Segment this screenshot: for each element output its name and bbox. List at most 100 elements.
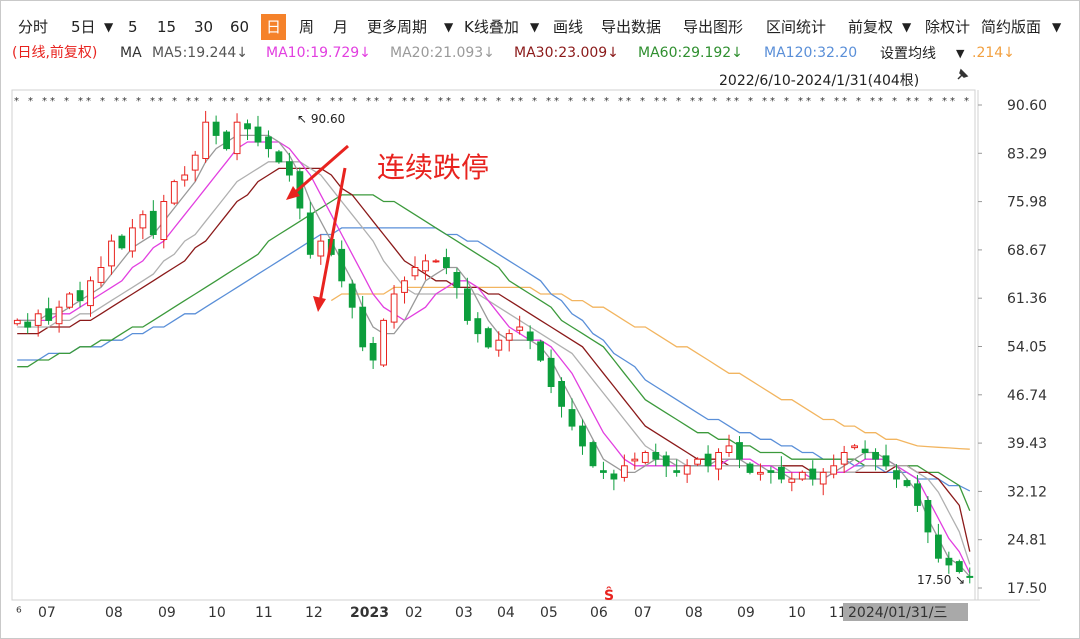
x-tick-label: 2023	[350, 605, 389, 621]
candle-body	[76, 290, 84, 302]
candle-body	[401, 280, 408, 293]
event-marker: *	[42, 96, 47, 107]
ma-line-ma10	[17, 141, 971, 574]
event-marker: *	[374, 96, 379, 107]
event-marker: *	[366, 96, 371, 107]
event-marker: *	[712, 96, 717, 107]
candle-body	[955, 561, 963, 572]
candle-body	[338, 248, 346, 282]
candle-body	[966, 575, 974, 578]
event-marker: *	[532, 96, 537, 107]
candles	[13, 110, 974, 584]
candle-body	[24, 321, 32, 328]
event-marker: *	[172, 96, 177, 107]
event-marker: *	[546, 96, 551, 107]
event-marker: *	[482, 96, 487, 107]
candle-body	[139, 214, 147, 229]
event-marker: *	[892, 96, 897, 107]
x-cursor-label: 2024/01/31/三	[848, 605, 947, 621]
y-tick-label: 39.43	[1007, 436, 1047, 452]
ma-line-ma5	[17, 134, 971, 577]
candle-body	[369, 343, 377, 361]
y-tick-label: 61.36	[1007, 291, 1047, 307]
candle-body	[223, 131, 230, 150]
candle-body	[840, 452, 848, 465]
event-marker: *	[14, 96, 19, 107]
candle-body	[736, 442, 743, 460]
event-marker: *	[964, 96, 969, 107]
high-label: ↖ 90.60	[297, 112, 345, 126]
candle-body	[861, 448, 869, 454]
candle-body	[819, 471, 827, 485]
candle-body	[610, 473, 618, 480]
candle-body	[778, 466, 785, 480]
candle-body	[788, 478, 796, 483]
candle-body	[851, 445, 859, 449]
x-tick-label: 06	[590, 605, 608, 621]
y-tick-label: 83.29	[1007, 146, 1047, 162]
candle-body	[45, 308, 53, 321]
event-marker: *	[100, 96, 105, 107]
candle-body	[746, 463, 754, 473]
candle-body	[798, 471, 806, 480]
candle-body	[422, 260, 429, 272]
event-marker: *	[626, 96, 631, 107]
candle-body	[265, 136, 272, 150]
event-marker: *	[266, 96, 271, 107]
candle-body	[893, 470, 900, 480]
candle-body	[453, 272, 461, 288]
candle-body	[621, 465, 628, 478]
event-marker: *	[258, 96, 263, 107]
event-marker: *	[928, 96, 933, 107]
y-tick-label: 54.05	[1007, 340, 1047, 356]
candle-body	[589, 442, 597, 467]
candle-body	[924, 500, 932, 533]
x-tick-label: 08	[685, 605, 703, 621]
event-marker: *	[186, 96, 191, 107]
y-tick-label: 68.67	[1007, 243, 1047, 259]
x-tick-label: 10	[208, 605, 226, 621]
event-marker: *	[244, 96, 249, 107]
candle-body	[13, 319, 21, 325]
event-marker: *	[906, 96, 911, 107]
event-marker: *	[460, 96, 465, 107]
event-marker: *	[806, 96, 811, 107]
event-marker: *	[604, 96, 609, 107]
event-marker: *	[698, 96, 703, 107]
event-marker: *	[834, 96, 839, 107]
candle-body	[725, 445, 733, 453]
event-marker: *	[582, 96, 587, 107]
candle-body	[600, 470, 607, 473]
ma-line-ma60	[17, 194, 971, 512]
event-marker: *	[554, 96, 559, 107]
event-marker: *	[474, 96, 479, 107]
candle-body	[945, 557, 953, 566]
candle-body	[118, 235, 126, 249]
event-marker: *	[86, 96, 91, 107]
candle-body	[108, 240, 115, 267]
ma-lines	[17, 134, 971, 577]
s-marker-icon: Ŝ	[604, 586, 614, 604]
x-tick-label: 07	[634, 605, 652, 621]
kline-chart[interactable]: * * * * * * * * * * * * * * * * * * * * * * * * * * * * * * * * * * * * * * * *…	[0, 0, 1080, 639]
candle-body	[662, 455, 670, 467]
x-tick-label: 09	[158, 605, 176, 621]
event-marker: *	[222, 96, 227, 107]
event-marker: *	[510, 96, 515, 107]
candle-body	[516, 326, 524, 331]
event-marker: *	[842, 96, 847, 107]
candle-body	[757, 471, 764, 475]
event-marker: *	[878, 96, 883, 107]
event-marker: *	[438, 96, 443, 107]
candle-body	[244, 123, 251, 130]
event-marker: *	[820, 96, 825, 107]
event-marker: *	[690, 96, 695, 107]
event-marker: *	[114, 96, 119, 107]
candle-body	[306, 212, 314, 255]
event-marker: *	[150, 96, 155, 107]
event-marker: *	[388, 96, 393, 107]
y-axis: 90.60 83.29 75.98 68.67 61.36 54.05 46.74 39.43…	[978, 98, 1047, 597]
annotation-text: 连续跌停	[377, 151, 490, 184]
event-marker: *	[762, 96, 767, 107]
event-marker: *	[330, 96, 335, 107]
